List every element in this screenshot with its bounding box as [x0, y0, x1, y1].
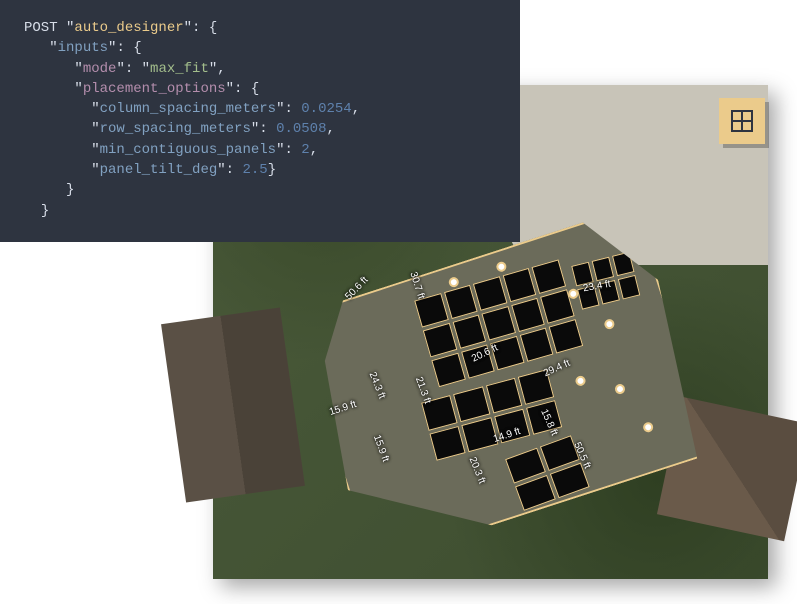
code-key: panel_tilt_deg: [100, 162, 218, 178]
code-value: 2: [301, 142, 309, 158]
code-value: 0.0508: [276, 121, 326, 137]
neighbor-roof-left: [161, 308, 305, 503]
code-key: column_spacing_meters: [100, 101, 276, 117]
code-key: inputs: [58, 40, 108, 56]
code-key: mode: [83, 61, 117, 77]
grid-icon: [731, 110, 753, 132]
code-key: min_contiguous_panels: [100, 142, 276, 158]
api-code-panel: POST "auto_designer": { "inputs": { "mod…: [0, 0, 520, 242]
code-value: 0.0254: [301, 101, 351, 117]
code-key: auto_designer: [74, 20, 183, 36]
code-key: row_spacing_meters: [100, 121, 251, 137]
code-key: placement_options: [83, 81, 226, 97]
grid-badge-button[interactable]: [719, 98, 765, 144]
code-value: max_fit: [150, 61, 209, 77]
code-value: 2.5: [242, 162, 267, 178]
http-method: POST: [24, 20, 58, 36]
